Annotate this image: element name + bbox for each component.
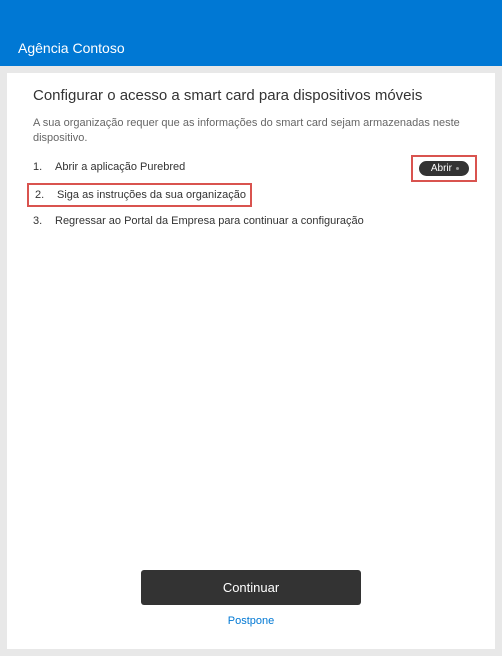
- content-outer: Configurar o acesso a smart card para di…: [0, 66, 502, 656]
- step-item-1: 1. Abrir a aplicação Purebred Abrir: [33, 161, 469, 173]
- continue-button[interactable]: Continuar: [141, 570, 361, 605]
- step-text: Abrir a aplicação Purebred: [55, 161, 185, 173]
- footer: Continuar Postpone: [33, 570, 469, 631]
- open-purebred-button[interactable]: Abrir: [419, 161, 469, 176]
- highlight-box-open: Abrir: [411, 155, 477, 182]
- step-number: 1.: [33, 161, 47, 173]
- step-text: Siga as instruções da sua organização: [57, 189, 246, 201]
- open-button-label: Abrir: [431, 163, 452, 174]
- page-description: A sua organização requer que as informaç…: [33, 116, 469, 147]
- step-number: 2.: [35, 189, 49, 201]
- steps-list: 1. Abrir a aplicação Purebred Abrir 2. S…: [33, 161, 469, 237]
- step-number: 3.: [33, 215, 47, 227]
- step-item-3: 3. Regressar ao Portal da Empresa para c…: [33, 215, 469, 227]
- postpone-link[interactable]: Postpone: [228, 615, 274, 627]
- step-item-2-highlighted: 2. Siga as instruções da sua organização: [27, 183, 252, 207]
- page-title: Configurar o acesso a smart card para di…: [33, 87, 469, 104]
- step-text: Regressar ao Portal da Empresa para cont…: [55, 215, 364, 227]
- dot-icon: [456, 167, 459, 170]
- app-header: Agência Contoso: [0, 0, 502, 66]
- org-name: Agência Contoso: [18, 40, 125, 56]
- content-card: Configurar o acesso a smart card para di…: [7, 73, 495, 649]
